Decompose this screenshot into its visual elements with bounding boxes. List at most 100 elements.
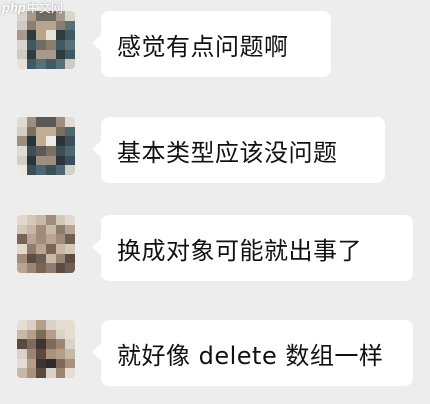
avatar-pixel bbox=[65, 136, 75, 146]
avatar-pixel bbox=[36, 253, 46, 264]
message-bubble[interactable]: 换成对象可能就出事了 bbox=[92, 215, 413, 281]
message-text: 感觉有点问题啊 bbox=[117, 32, 289, 61]
avatar-pixel bbox=[36, 20, 46, 31]
avatar-pixel bbox=[65, 146, 75, 156]
avatar-pixel bbox=[26, 126, 37, 137]
avatar-pixel bbox=[36, 59, 46, 69]
avatar-pixel bbox=[46, 155, 56, 166]
avatar-pixel bbox=[55, 263, 66, 273]
avatar-pixel bbox=[26, 40, 37, 50]
avatar-pixel bbox=[55, 329, 66, 340]
avatar-pixel bbox=[17, 339, 27, 349]
avatar-pixel bbox=[36, 329, 46, 340]
avatar-pixel bbox=[17, 368, 27, 378]
avatar-pixel bbox=[55, 320, 66, 330]
avatar-pixel bbox=[17, 253, 27, 264]
avatar-pixel bbox=[26, 244, 37, 254]
avatar-pixel bbox=[17, 224, 27, 235]
avatar-pixel bbox=[17, 30, 27, 40]
avatar-pixel bbox=[26, 349, 37, 359]
avatar-pixel bbox=[65, 368, 75, 378]
avatar-pixel bbox=[17, 329, 27, 340]
avatar-pixel bbox=[46, 20, 56, 31]
avatar-pixel bbox=[55, 30, 66, 40]
avatar-pixel bbox=[46, 234, 56, 244]
avatar-pixel bbox=[65, 358, 75, 369]
avatar-pixel bbox=[26, 30, 37, 40]
avatar[interactable] bbox=[17, 11, 75, 69]
avatar-pixel bbox=[26, 117, 37, 127]
avatar-pixel bbox=[46, 59, 56, 69]
avatar-pixel bbox=[46, 349, 56, 359]
avatar-pixel bbox=[65, 40, 75, 50]
avatar-pixel bbox=[46, 146, 56, 156]
avatar-pixel bbox=[65, 20, 75, 31]
avatar-pixel bbox=[55, 40, 66, 50]
avatar-pixel bbox=[36, 165, 46, 175]
avatar[interactable] bbox=[17, 117, 75, 175]
avatar-pixel bbox=[65, 339, 75, 349]
avatar-pixel bbox=[26, 358, 37, 369]
avatar-pixel bbox=[55, 155, 66, 166]
avatar-pixel bbox=[26, 320, 37, 330]
avatar-pixel bbox=[17, 244, 27, 254]
avatar-pixel bbox=[36, 136, 46, 146]
avatar-pixel bbox=[65, 165, 75, 175]
avatar-pixel bbox=[65, 224, 75, 235]
avatar-pixel bbox=[46, 320, 56, 330]
avatar-pixel bbox=[65, 155, 75, 166]
avatar-pixel bbox=[65, 320, 75, 330]
avatar-pixel bbox=[55, 146, 66, 156]
avatar-pixel bbox=[26, 59, 37, 69]
avatar-pixel bbox=[17, 320, 27, 330]
avatar[interactable] bbox=[17, 320, 75, 378]
avatar-pixel bbox=[46, 253, 56, 264]
avatar-pixel bbox=[17, 165, 27, 175]
avatar-pixel bbox=[17, 349, 27, 359]
avatar-pixel bbox=[65, 215, 75, 225]
avatar-pixel bbox=[46, 339, 56, 349]
avatar-pixel bbox=[26, 165, 37, 175]
avatar-pixel bbox=[65, 30, 75, 40]
avatar-pixel bbox=[26, 329, 37, 340]
avatar-pixel bbox=[55, 165, 66, 175]
avatar-pixel bbox=[46, 126, 56, 137]
avatar-pixel bbox=[26, 368, 37, 378]
avatar-pixel bbox=[36, 263, 46, 273]
avatar-pixel bbox=[36, 40, 46, 50]
avatar-pixel bbox=[55, 253, 66, 264]
avatar-pixel bbox=[17, 215, 27, 225]
message-bubble[interactable]: 就好像 delete 数组一样 bbox=[92, 320, 413, 386]
avatar-pixel bbox=[46, 358, 56, 369]
avatar-pixel bbox=[36, 234, 46, 244]
avatar-pixel bbox=[36, 349, 46, 359]
message-bubble[interactable]: 感觉有点问题啊 bbox=[92, 11, 331, 77]
avatar-pixel bbox=[55, 244, 66, 254]
avatar-pixel bbox=[46, 368, 56, 378]
avatar-pixel bbox=[65, 263, 75, 273]
avatar-pixel bbox=[46, 30, 56, 40]
message-bubble[interactable]: 基本类型应该没问题 bbox=[92, 117, 385, 183]
avatar-pixel bbox=[65, 349, 75, 359]
avatar-pixel bbox=[55, 126, 66, 137]
avatar-pixel bbox=[55, 358, 66, 369]
avatar-pixel bbox=[46, 117, 56, 127]
avatar-pixel bbox=[36, 339, 46, 349]
avatar-pixel bbox=[55, 49, 66, 60]
watermark-php: php bbox=[2, 0, 26, 15]
avatar-pixel bbox=[65, 126, 75, 137]
avatar-pixel bbox=[55, 339, 66, 349]
avatar-pixel bbox=[26, 234, 37, 244]
avatar[interactable] bbox=[17, 215, 75, 273]
avatar-pixel bbox=[55, 136, 66, 146]
avatar-pixel bbox=[17, 155, 27, 166]
avatar-pixel bbox=[26, 215, 37, 225]
avatar-pixel bbox=[65, 329, 75, 340]
message-text: 就好像 delete 数组一样 bbox=[117, 341, 384, 370]
avatar-pixel bbox=[17, 136, 27, 146]
message-text: 基本类型应该没问题 bbox=[117, 138, 338, 167]
avatar-pixel bbox=[36, 155, 46, 166]
avatar-pixel bbox=[55, 20, 66, 31]
avatar-pixel bbox=[26, 263, 37, 273]
avatar-pixel bbox=[36, 224, 46, 235]
